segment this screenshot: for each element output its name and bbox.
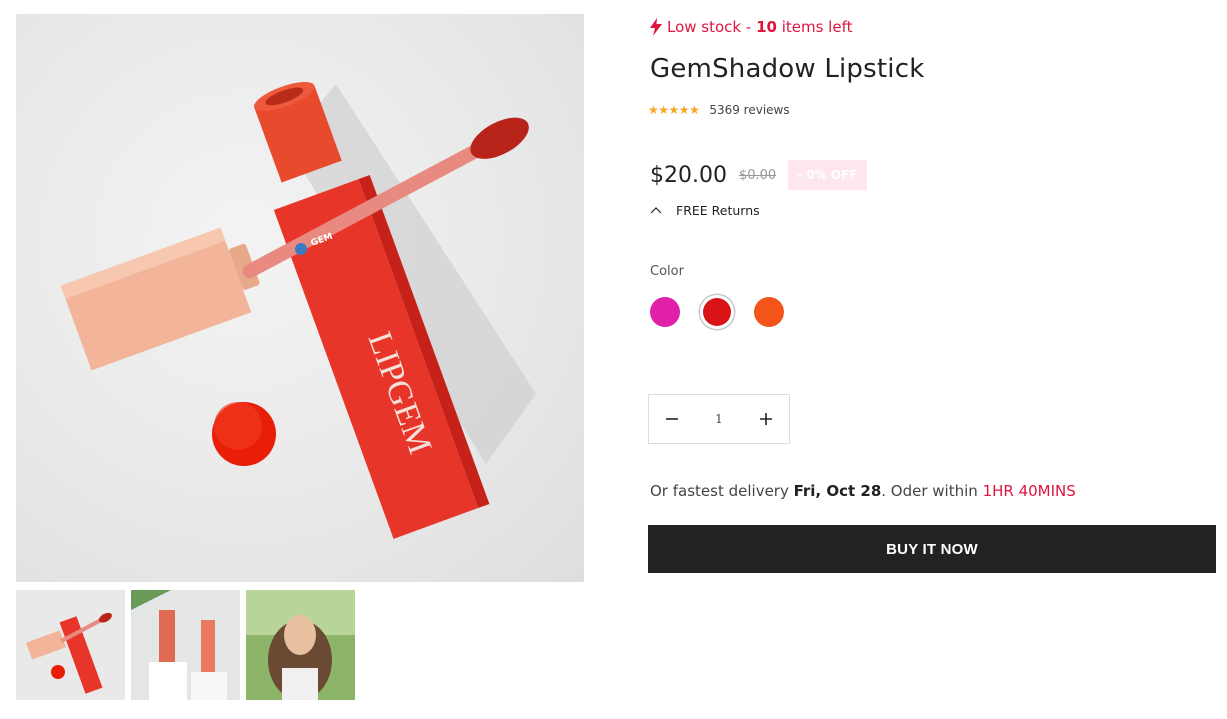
swatch-dot (754, 297, 784, 327)
stock-count: 10 (756, 18, 777, 36)
main-product-image[interactable]: LIPGEM GEM (16, 14, 584, 582)
chevron-up-icon (650, 206, 662, 213)
swatch-dot (650, 297, 680, 327)
color-swatch-orange[interactable] (752, 295, 786, 329)
thumbnail-strip (16, 590, 355, 700)
delivery-middle: . Oder within (881, 482, 983, 500)
compare-price: $0.00 (738, 167, 777, 183)
minus-icon (666, 418, 678, 420)
color-option-label: Color (650, 264, 684, 279)
price-row: $20.00 $0.00 - 0% OFF (650, 160, 867, 190)
stock-prefix: Low stock - (667, 18, 757, 36)
star-icon: ★ (658, 103, 669, 117)
delivery-date: Fri, Oct 28 (793, 482, 882, 500)
thumbnail-2[interactable] (131, 590, 240, 700)
delivery-estimate: Or fastest delivery Fri, Oct 28. Oder wi… (650, 482, 1076, 500)
star-rating: ★ ★ ★ ★ ★ (648, 103, 700, 117)
plus-icon (760, 413, 772, 425)
stock-suffix: items left (776, 18, 853, 36)
free-returns-label: FREE Returns (676, 203, 760, 218)
color-swatch-magenta[interactable] (648, 295, 682, 329)
reviews-count[interactable]: 5369 reviews (709, 103, 789, 117)
free-returns[interactable]: FREE Returns (650, 203, 760, 218)
quantity-input[interactable] (695, 395, 743, 443)
star-icon: ★ (648, 103, 659, 117)
swatch-dot (703, 298, 731, 326)
delivery-prefix: Or fastest delivery (650, 482, 794, 500)
thumbnail-3[interactable] (246, 590, 355, 700)
color-swatches (648, 295, 786, 329)
star-icon: ★ (678, 103, 690, 117)
star-icon: ★ (668, 103, 680, 117)
increment-button[interactable] (743, 395, 789, 443)
decrement-button[interactable] (649, 395, 695, 443)
current-price: $20.00 (650, 162, 727, 188)
rating-row[interactable]: ★ ★ ★ ★ ★ 5369 reviews (648, 103, 790, 117)
thumbnail-1[interactable] (16, 590, 125, 700)
color-swatch-red[interactable] (700, 295, 734, 329)
discount-badge: - 0% OFF (788, 160, 867, 190)
lightning-icon (650, 18, 662, 36)
buy-now-button[interactable]: BUY IT NOW (648, 525, 1216, 573)
delivery-countdown: 1HR 40MINS (982, 482, 1076, 500)
quantity-stepper (648, 394, 790, 444)
star-icon: ★ (689, 103, 700, 117)
low-stock-notice: Low stock - 10 items left (650, 16, 852, 38)
product-title: GemShadow Lipstick (650, 54, 925, 84)
